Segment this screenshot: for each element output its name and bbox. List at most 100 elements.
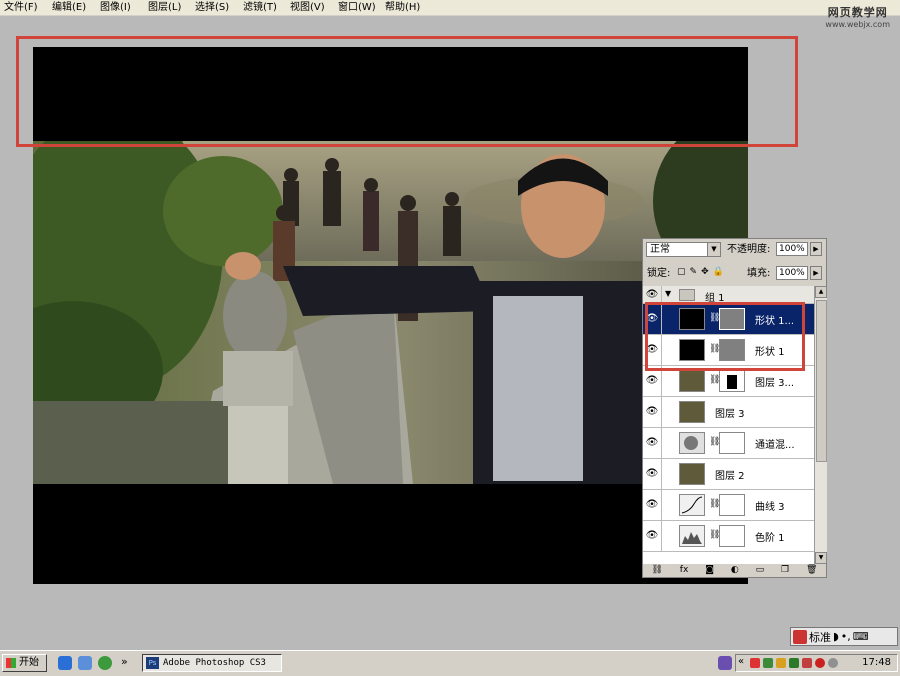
half-width-icon[interactable]: ◗ bbox=[833, 630, 839, 643]
tray-icon-5[interactable] bbox=[802, 658, 812, 668]
taskbar-photoshop[interactable]: Ps Adobe Photoshop CS3 bbox=[142, 654, 282, 672]
scroll-thumb[interactable] bbox=[816, 300, 827, 462]
ime-mode[interactable]: 标准 bbox=[809, 629, 831, 645]
ime-logo-icon[interactable] bbox=[793, 629, 807, 644]
curves-graph bbox=[681, 496, 703, 514]
chevron-down-icon: ▼ bbox=[707, 243, 720, 256]
keyboard-icon[interactable]: ⌨ bbox=[853, 630, 869, 643]
folder-icon bbox=[679, 289, 695, 301]
levels-icon bbox=[679, 525, 705, 547]
blend-mode-value: 正常 bbox=[650, 244, 670, 255]
menu-bar: 文件(F) 编辑(E) 图像(I) 图层(L) 选择(S) 滤镜(T) 视图(V… bbox=[0, 0, 900, 16]
layer-row[interactable]: 👁 ⛓ 通道混... bbox=[643, 428, 814, 459]
mask-thumbnail bbox=[719, 494, 745, 516]
tray-icon-4[interactable] bbox=[789, 658, 799, 668]
photo-illustration bbox=[33, 141, 748, 484]
start-button[interactable]: 开始 bbox=[2, 654, 47, 672]
menu-layer[interactable]: 图层(L) bbox=[148, 1, 181, 14]
link-icon[interactable]: ⛓ bbox=[651, 564, 662, 577]
scroll-down-icon[interactable]: ▼ bbox=[815, 552, 827, 564]
layer-row[interactable]: 👁 图层 3 bbox=[643, 397, 814, 428]
layer-row[interactable]: 👁 图层 2 bbox=[643, 459, 814, 490]
layer-name: 图层 3 bbox=[715, 409, 745, 420]
curves-icon bbox=[679, 494, 705, 516]
system-tray: « 17:48 bbox=[735, 654, 898, 672]
menu-window[interactable]: 窗口(W) bbox=[338, 1, 376, 14]
fx-icon[interactable]: fx bbox=[680, 564, 689, 577]
photo-image bbox=[33, 141, 748, 484]
tray-icon-6[interactable] bbox=[815, 658, 825, 668]
menu-select[interactable]: 选择(S) bbox=[195, 1, 229, 14]
menu-image[interactable]: 图像(I) bbox=[100, 1, 131, 14]
tray-icon-3[interactable] bbox=[776, 658, 786, 668]
eye-icon[interactable]: 👁 bbox=[643, 428, 662, 458]
language-icon[interactable] bbox=[718, 656, 732, 670]
taskbar: 开始 » Ps Adobe Photoshop CS3 « 17:48 bbox=[0, 650, 900, 676]
eye-icon[interactable]: 👁 bbox=[643, 521, 662, 551]
punctuation-icon[interactable]: •, bbox=[841, 630, 851, 643]
blend-row: 正常 ▼ 不透明度: 100% ▶ bbox=[643, 239, 826, 262]
layer-name: 曲线 3 bbox=[755, 502, 785, 513]
layers-panel: 正常 ▼ 不透明度: 100% ▶ 锁定: ▢ ✎ ✥ 🔒 填充: 100% ▶… bbox=[642, 238, 827, 578]
new-layer-icon[interactable]: ❐ bbox=[781, 564, 789, 577]
layer-thumbnail bbox=[679, 401, 705, 423]
chevron-down-icon[interactable]: ▼ bbox=[665, 289, 671, 298]
layer-thumbnail bbox=[679, 463, 705, 485]
layer-row[interactable]: 👁 ⛓ 曲线 3 bbox=[643, 490, 814, 521]
menu-filter[interactable]: 滤镜(T) bbox=[243, 1, 277, 14]
layer-row[interactable]: 👁 ⛓ 色阶 1 bbox=[643, 521, 814, 552]
eye-icon[interactable]: 👁 bbox=[643, 490, 662, 520]
lock-icons: ▢ ✎ ✥ 🔒 bbox=[677, 267, 724, 277]
layers-scrollbar[interactable]: ▲ ▼ bbox=[814, 286, 827, 564]
clock: 17:48 bbox=[862, 657, 891, 668]
mask-thumbnail bbox=[719, 432, 745, 454]
mask-thumbnail bbox=[719, 370, 745, 392]
watermark-url: www.webjx.com bbox=[825, 20, 890, 29]
ie-icon[interactable] bbox=[58, 656, 72, 670]
trash-icon[interactable]: 🗑 bbox=[806, 564, 817, 577]
lock-paint-icon[interactable]: ✎ bbox=[690, 267, 698, 277]
eye-icon[interactable]: 👁 bbox=[643, 459, 662, 489]
opacity-input[interactable]: 100% bbox=[776, 242, 808, 256]
lock-move-icon[interactable]: ✥ bbox=[701, 267, 709, 277]
windows-flag-icon bbox=[6, 658, 16, 668]
opacity-label: 不透明度: bbox=[727, 244, 771, 255]
layer-name: 图层 3... bbox=[755, 378, 795, 389]
layer-name: 色阶 1 bbox=[755, 533, 785, 544]
start-label: 开始 bbox=[19, 657, 39, 668]
scroll-up-icon[interactable]: ▲ bbox=[815, 286, 827, 298]
layer-name: 通道混... bbox=[755, 440, 795, 451]
eye-icon[interactable]: 👁 bbox=[643, 397, 662, 427]
folder-icon[interactable]: ▭ bbox=[756, 564, 765, 577]
highlight-box-shape-layers bbox=[645, 302, 805, 371]
media-player-icon[interactable] bbox=[98, 656, 112, 670]
quicklaunch-overflow[interactable]: » bbox=[121, 655, 128, 668]
blend-mode-select[interactable]: 正常 ▼ bbox=[646, 242, 721, 257]
taskbar-app-label: Adobe Photoshop CS3 bbox=[163, 658, 266, 668]
tray-icon-2[interactable] bbox=[763, 658, 773, 668]
layer-name: 图层 2 bbox=[715, 471, 745, 482]
menu-edit[interactable]: 编辑(E) bbox=[52, 1, 86, 14]
layer-thumbnail bbox=[679, 370, 705, 392]
mask-thumbnail bbox=[719, 525, 745, 547]
channel-mixer-icon bbox=[679, 432, 705, 454]
fill-label: 填充: bbox=[747, 268, 771, 279]
lock-all-icon[interactable]: 🔒 bbox=[713, 267, 724, 277]
photoshop-icon: Ps bbox=[146, 657, 159, 669]
watermark-title: 网页教学网 bbox=[827, 6, 888, 19]
fill-input[interactable]: 100% bbox=[776, 266, 808, 280]
tray-icon-7[interactable] bbox=[828, 658, 838, 668]
outlook-icon[interactable] bbox=[78, 656, 92, 670]
tray-expand-icon[interactable]: « bbox=[738, 656, 744, 667]
fill-slider-button[interactable]: ▶ bbox=[810, 266, 822, 280]
eye-icon[interactable]: 👁 bbox=[643, 286, 662, 303]
levels-histogram bbox=[682, 532, 702, 544]
adjustment-icon[interactable]: ◐ bbox=[731, 564, 739, 577]
mask-icon[interactable]: ◙ bbox=[705, 564, 714, 577]
tray-icon-1[interactable] bbox=[750, 658, 760, 668]
menu-file[interactable]: 文件(F) bbox=[4, 1, 38, 14]
menu-view[interactable]: 视图(V) bbox=[290, 1, 325, 14]
menu-help[interactable]: 帮助(H) bbox=[385, 1, 420, 14]
opacity-slider-button[interactable]: ▶ bbox=[810, 242, 822, 256]
lock-transparent-icon[interactable]: ▢ bbox=[677, 267, 686, 277]
